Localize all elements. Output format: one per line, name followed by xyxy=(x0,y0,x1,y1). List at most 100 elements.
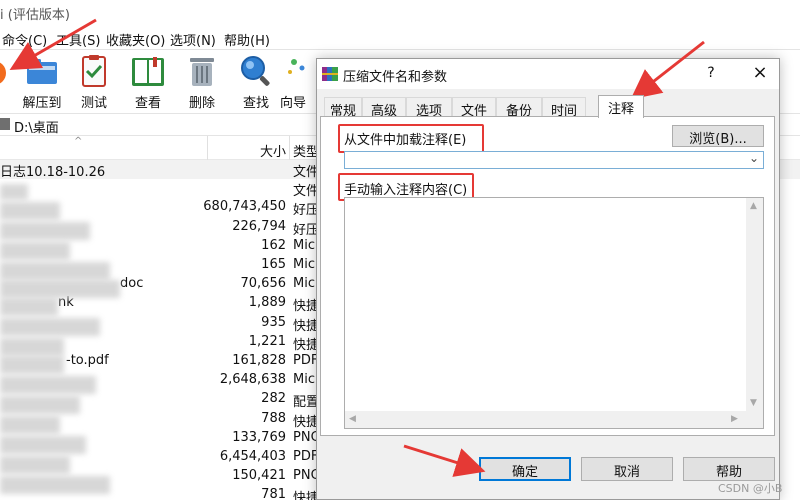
horizontal-scrollbar[interactable]: ◀ ▶ xyxy=(345,411,747,428)
file-size: 133,769 xyxy=(232,429,286,445)
privacy-blur xyxy=(0,338,64,356)
view-button[interactable]: 查看 xyxy=(118,54,178,112)
privacy-blur xyxy=(0,476,110,494)
comment-file-combobox[interactable]: ⌄ xyxy=(344,151,764,169)
file-size: 680,743,450 xyxy=(203,199,286,215)
test-clipboard-icon xyxy=(82,55,106,87)
find-label: 查找 xyxy=(242,96,269,111)
privacy-blur xyxy=(0,416,60,434)
chevron-down-icon[interactable]: ⌄ xyxy=(749,151,759,165)
delete-label: 删除 xyxy=(188,96,215,111)
column-separator[interactable] xyxy=(207,136,208,160)
watermark: CSDN @小B xyxy=(718,482,783,495)
drive-icon xyxy=(0,118,10,130)
sort-indicator-icon: ^ xyxy=(74,136,83,147)
trash-icon xyxy=(190,58,214,86)
tab-options[interactable]: 选项 xyxy=(406,97,452,119)
add-archive-icon[interactable] xyxy=(0,58,8,88)
file-size: 2,648,638 xyxy=(219,372,286,388)
title-bar: i (评估版本) xyxy=(0,0,800,28)
find-button[interactable]: 查找 xyxy=(226,54,286,112)
scroll-up-icon[interactable]: ▲ xyxy=(750,201,757,211)
file-size: 935 xyxy=(261,314,286,330)
column-separator[interactable] xyxy=(289,136,290,160)
delete-button[interactable]: 删除 xyxy=(172,54,232,112)
privacy-blur xyxy=(0,396,80,414)
privacy-blur xyxy=(0,456,70,474)
view-book-icon xyxy=(132,57,164,86)
file-size: 1,221 xyxy=(248,333,286,349)
privacy-blur xyxy=(0,318,100,336)
file-type: Mic xyxy=(293,372,315,388)
file-size: 161,828 xyxy=(232,353,286,368)
comment-tab-panel: 从文件中加载注释(E) 浏览(B)... ⌄ 手动输入注释内容(C) ▲ ▼ ◀… xyxy=(320,116,775,436)
file-size: 150,421 xyxy=(232,468,286,484)
wizard-button[interactable]: 向导 xyxy=(280,54,316,112)
file-type: Mic xyxy=(293,257,315,272)
menu-item-help[interactable]: 帮助(H) xyxy=(224,30,270,49)
dialog-title: 压缩文件名和参数 xyxy=(343,70,448,85)
view-label: 查看 xyxy=(134,96,161,111)
privacy-blur xyxy=(0,262,110,280)
file-size: 70,656 xyxy=(240,276,287,292)
tab-advanced[interactable]: 高级 xyxy=(362,97,406,119)
menu-bar: 命令(C) 工具(S) 收藏夹(O) 选项(N) 帮助(H) xyxy=(0,28,800,50)
dialog-title-bar[interactable]: 压缩文件名和参数 ? × xyxy=(317,59,779,89)
tab-comment[interactable]: 注释 xyxy=(598,95,644,118)
tab-files[interactable]: 文件 xyxy=(452,97,496,119)
file-name: doc xyxy=(120,276,144,292)
archive-params-dialog: 压缩文件名和参数 ? × 常规 高级 选项 文件 备份 时间 注释 从文件中加载… xyxy=(316,58,780,500)
file-type: Mic xyxy=(293,276,315,292)
test-label: 测试 xyxy=(80,96,107,111)
privacy-blur xyxy=(0,184,28,200)
scroll-left-icon[interactable]: ◀ xyxy=(349,414,356,424)
winrar-app-icon xyxy=(322,67,338,81)
tab-time[interactable]: 时间 xyxy=(542,97,586,119)
title-prefix: i xyxy=(0,8,4,23)
file-size: 226,794 xyxy=(232,218,286,234)
tab-general[interactable]: 常规 xyxy=(324,97,362,119)
scroll-down-icon[interactable]: ▼ xyxy=(750,398,757,408)
file-type: PDF xyxy=(293,449,319,464)
help-icon[interactable]: ? xyxy=(703,65,719,81)
ok-button[interactable]: 确定 xyxy=(479,457,571,481)
menu-item-tools[interactable]: 工具(S) xyxy=(56,30,100,49)
address-path: D:\桌面 xyxy=(14,121,59,136)
privacy-blur xyxy=(0,202,60,220)
browse-button[interactable]: 浏览(B)... xyxy=(672,125,764,147)
privacy-blur xyxy=(0,356,64,374)
comment-textarea[interactable]: ▲ ▼ ◀ ▶ xyxy=(344,197,764,429)
file-type: Mic xyxy=(293,237,315,253)
privacy-blur xyxy=(0,298,58,316)
file-size: 282 xyxy=(261,391,286,407)
tab-backup[interactable]: 备份 xyxy=(496,97,542,119)
privacy-blur xyxy=(0,436,86,454)
file-size: 788 xyxy=(261,410,286,426)
menu-item-command[interactable]: 命令(C) xyxy=(2,30,47,49)
highlight-box xyxy=(338,124,484,153)
wizard-icon xyxy=(288,59,305,74)
extract-folder-icon xyxy=(27,59,57,84)
window-title: (评估版本) xyxy=(7,8,70,23)
extract-to-button[interactable]: 解压到 xyxy=(12,54,72,112)
column-size[interactable]: 大小 xyxy=(210,141,286,160)
vertical-scrollbar[interactable]: ▲ ▼ xyxy=(746,198,763,412)
file-size: 6,454,403 xyxy=(219,449,286,464)
file-type: PDF xyxy=(293,353,319,368)
privacy-blur xyxy=(0,222,90,240)
file-size: 781 xyxy=(261,487,286,500)
test-button[interactable]: 测试 xyxy=(64,54,124,112)
privacy-blur xyxy=(0,242,70,260)
privacy-blur xyxy=(0,280,120,298)
file-size: 165 xyxy=(261,257,286,272)
magnifier-icon xyxy=(241,56,270,86)
file-name: -to.pdf xyxy=(66,353,109,368)
menu-item-favorites[interactable]: 收藏夹(O) xyxy=(106,30,165,49)
menu-item-options[interactable]: 选项(N) xyxy=(170,30,216,49)
close-icon[interactable]: × xyxy=(751,62,769,83)
wizard-label: 向导 xyxy=(280,96,307,111)
scroll-right-icon[interactable]: ▶ xyxy=(731,414,738,424)
cancel-button[interactable]: 取消 xyxy=(581,457,673,481)
help-button[interactable]: 帮助 xyxy=(683,457,775,481)
dialog-tabs: 常规 高级 选项 文件 备份 时间 注释 xyxy=(320,95,778,119)
